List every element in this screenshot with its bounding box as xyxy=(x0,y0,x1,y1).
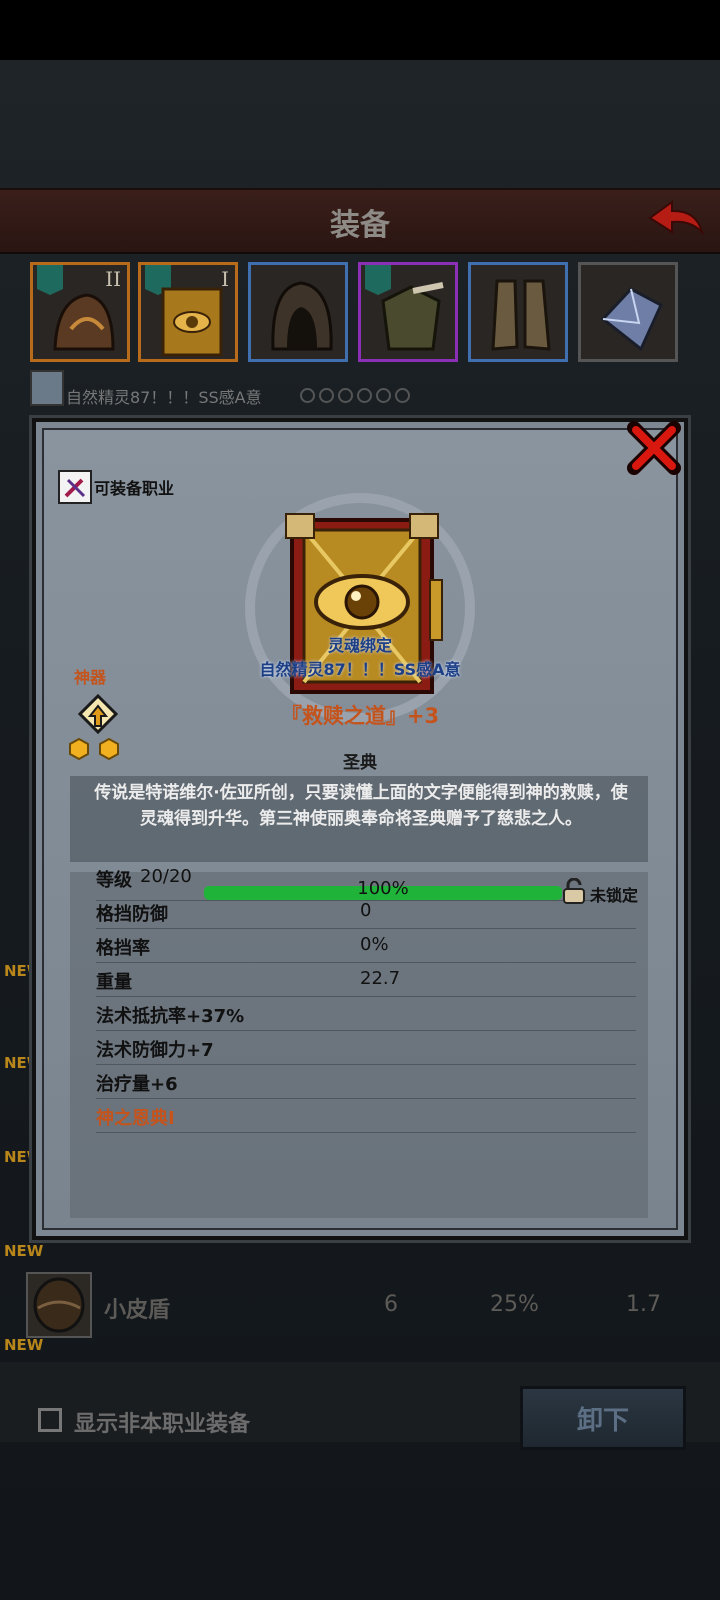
stat-value: 22.7 xyxy=(360,968,401,989)
stat-label: 重量 xyxy=(96,972,132,993)
slot-armor[interactable] xyxy=(358,262,458,362)
owner-name: 自然精灵87！！！SS感A意 xyxy=(66,388,262,407)
bonus-row: 法术抵抗率+37% xyxy=(96,998,636,1031)
bonus-row: 神之恩典Ⅰ xyxy=(96,1100,636,1133)
show-other-class-checkbox[interactable] xyxy=(38,1408,62,1432)
list-item-rate: 25% xyxy=(490,1292,539,1317)
level-value: 20/20 xyxy=(140,866,192,887)
holy-book-icon xyxy=(161,287,223,357)
stat-label: 格挡防御 xyxy=(96,904,168,925)
slot-boots[interactable] xyxy=(468,262,568,362)
slot-book[interactable]: I xyxy=(138,262,238,362)
soulbind-label: 灵魂绑定 xyxy=(327,636,392,655)
leather-shield-icon[interactable] xyxy=(26,1272,92,1338)
slot-hood[interactable] xyxy=(248,262,348,362)
slot-crystal[interactable] xyxy=(578,262,678,362)
class-icon xyxy=(58,470,92,504)
item-name: 『救赎之道』+3 xyxy=(280,704,440,728)
item-description: 传说是特诺维尔·佐亚所创，只要读懂上面的文字便能得到神的救赎，使灵魂得到升华。第… xyxy=(94,783,628,829)
bonus-row: 治疗量+6 xyxy=(96,1066,636,1099)
soulbind-owner: 自然精灵87！！！SS感A意 xyxy=(259,660,461,679)
unequip-button-label[interactable]: 卸下 xyxy=(520,1400,686,1437)
stat-value: 0% xyxy=(360,934,389,955)
new-tag: NEW xyxy=(4,1242,44,1260)
stat-value: 0 xyxy=(360,900,372,921)
slot-helmet[interactable]: II xyxy=(30,262,130,362)
list-item-defense: 6 xyxy=(384,1292,398,1317)
bonus-text-special: 神之恩典Ⅰ xyxy=(96,1108,175,1129)
owner-avatar xyxy=(30,370,64,406)
screen-title: 装备 xyxy=(330,208,390,243)
armor-icon xyxy=(381,282,444,351)
list-item-weight: 1.7 xyxy=(626,1292,661,1317)
artifact-label: 神器 xyxy=(74,668,107,687)
status-bar xyxy=(0,0,720,60)
stat-label: 格挡率 xyxy=(96,938,150,959)
item-type: 圣典 xyxy=(343,753,377,773)
stat-row: 重量 22.7 xyxy=(96,964,636,997)
show-other-class-label[interactable]: 显示非本职业装备 xyxy=(74,1406,250,1438)
hood-icon xyxy=(271,281,333,351)
level-label: 等级 xyxy=(96,870,132,891)
boots-icon xyxy=(491,279,551,351)
equippable-class-label: 可装备职业 xyxy=(94,479,175,498)
helmet-icon xyxy=(53,293,115,351)
slot-tier: II xyxy=(105,267,121,291)
list-item-name[interactable]: 小皮盾 xyxy=(104,1292,170,1324)
stat-row: 格挡率 0% xyxy=(96,930,636,963)
bonus-row: 法术防御力+7 xyxy=(96,1032,636,1065)
bonus-text: 法术抵抗率+37% xyxy=(96,1006,245,1027)
close-icon[interactable] xyxy=(626,420,682,476)
bonus-text: 法术防御力+7 xyxy=(96,1040,214,1061)
stat-row: 格挡防御 0 xyxy=(96,896,636,929)
crystal-icon xyxy=(600,287,663,352)
back-arrow-icon[interactable] xyxy=(646,198,706,238)
page-indicator xyxy=(300,388,414,407)
bonus-text: 治疗量+6 xyxy=(96,1074,178,1095)
